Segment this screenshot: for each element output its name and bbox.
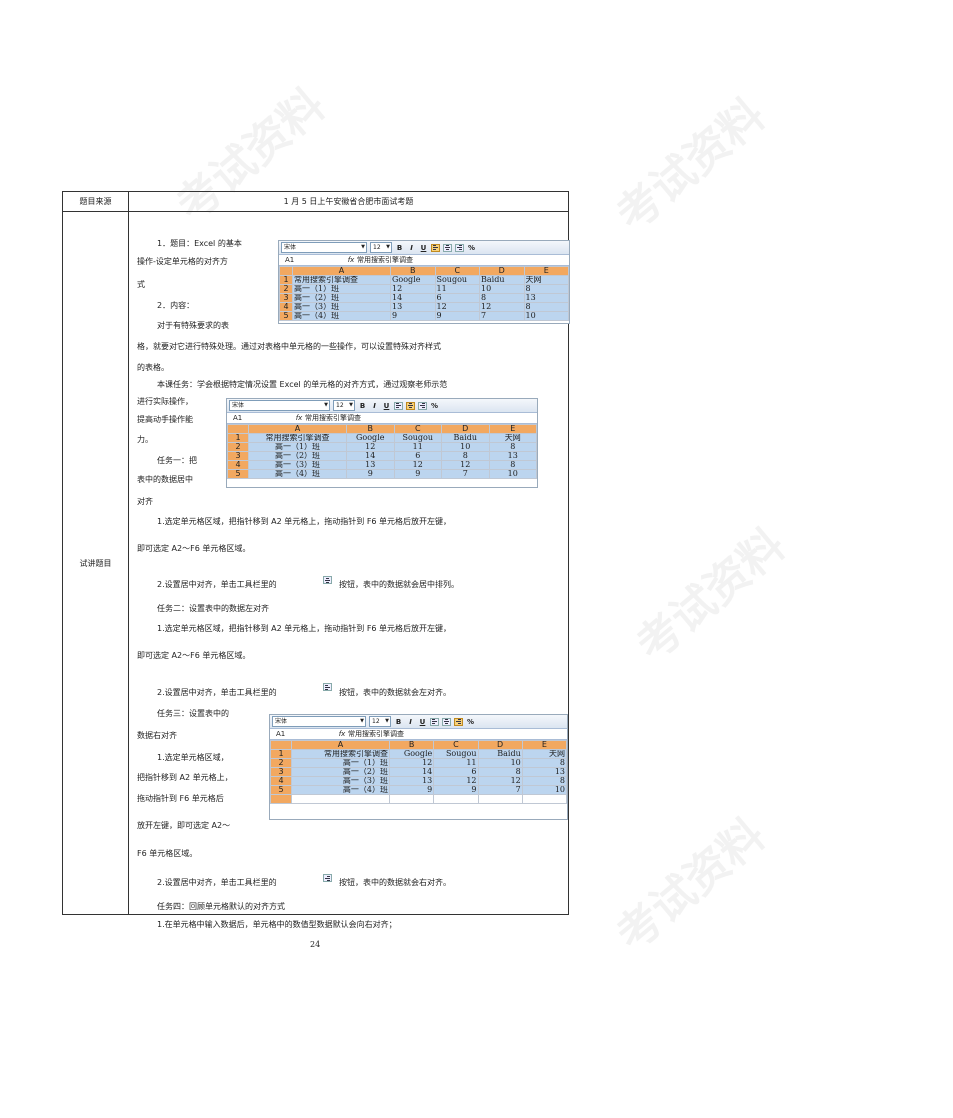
text-line: 数据右对齐 (137, 731, 177, 740)
formula-bar: A1 fx 常用搜索引擎调查 (270, 729, 567, 740)
formatting-toolbar: 宋体 ▼ 12 ▼ B I U % (279, 241, 569, 255)
text-line: 的表格。 (137, 363, 169, 372)
text-line: 1.选定单元格区域，把指针移到 A2 单元格上，拖动指针到 F6 单元格后放开左… (157, 624, 452, 633)
align-left-icon (394, 401, 403, 410)
text-line: 拖动指针到 F6 单元格后 (137, 794, 224, 803)
align-center-icon (443, 243, 452, 252)
fx-icon: fx (338, 730, 346, 738)
size-combo: 12 ▼ (333, 400, 355, 411)
question-table: 题目来源 1 月 5 日上午安徽省合肥市面试考题 试讲题目 1．题目：Excel… (62, 191, 570, 929)
align-center-icon (323, 576, 332, 584)
text-line: 2.设置居中对齐，单击工具栏里的 (157, 878, 277, 887)
align-right-icon (455, 243, 464, 252)
percent-icon: % (430, 401, 438, 410)
bold-icon: B (395, 717, 402, 726)
formula-value: 常用搜索引擎调查 (305, 414, 361, 422)
italic-icon: I (373, 401, 376, 410)
text-line: 按钮，表中的数据就会右对齐。 (339, 878, 451, 887)
bold-icon: B (359, 401, 366, 410)
underline-icon: U (420, 243, 427, 252)
text-line: 式 (137, 280, 145, 289)
fx-icon: fx (295, 414, 303, 422)
text-line: F6 单元格区域。 (137, 849, 198, 858)
text-line: 任务一：把 (157, 456, 197, 465)
size-combo: 12 ▼ (369, 716, 391, 727)
text-line: 本课任务：学会根据特定情况设置 Excel 的单元格的对齐方式，通过观察老师示范 (157, 380, 448, 389)
italic-icon: I (409, 717, 412, 726)
watermark: 考试资料 (607, 89, 775, 242)
text-line: 任务二：设置表中的数据左对齐 (157, 604, 269, 613)
percent-icon: % (466, 717, 474, 726)
text-line: 2.设置居中对齐，单击工具栏里的 (157, 580, 277, 589)
align-center-icon (442, 717, 451, 726)
text-line: 进行实际操作， (137, 397, 193, 406)
text-line: 按钮，表中的数据就会居中排列。 (339, 580, 459, 589)
text-line: 格，就要对它进行特殊处理。通过对表格中单元格的一些操作，可以设置特殊对齐样式 (137, 342, 441, 351)
excel-screenshot: 宋体 ▼ 12 ▼ B I U % A1 fx 常用搜索引擎调查 A B C D… (278, 240, 570, 324)
text-line: 即可选定 A2～F6 单元格区域。 (137, 544, 251, 553)
underline-icon: U (383, 401, 390, 410)
formula-bar: A1 fx 常用搜索引擎调查 (279, 255, 569, 266)
page-number: 24 (310, 940, 321, 949)
text-line: 2.设置居中对齐，单击工具栏里的 (157, 688, 277, 697)
align-left-icon (323, 683, 332, 691)
text-line: 把指针移到 A2 单元格上， (137, 773, 233, 782)
text-line: 任务四：回顾单元格默认的对齐方式 (157, 902, 285, 911)
source-value: 1 月 5 日上午安徽省合肥市面试考题 (128, 191, 569, 212)
text-line: 1.在单元格中输入数据后，单元格中的数值型数据默认会向右对齐； (157, 920, 397, 929)
text-line: 提高动手操作能 (137, 415, 193, 424)
bold-icon: B (396, 243, 403, 252)
text-line: 对齐 (137, 497, 153, 506)
font-combo: 宋体 ▼ (272, 716, 366, 727)
size-combo: 12 ▼ (370, 242, 392, 253)
sheet-grid: ABCDE 1 常用搜索引擎调查 Google Sougou Baidu 天网 2 高一（1… (227, 424, 537, 479)
formatting-toolbar: 宋体 ▼ 12 ▼ B I U % (270, 715, 567, 729)
align-right-icon (418, 401, 427, 410)
text-line: 任务三：设置表中的 (157, 709, 229, 718)
text-line: 放开左键，即可选定 A2～ (137, 821, 231, 830)
text-line: 表中的数据居中 (137, 475, 193, 484)
sheet-grid: ABCDE 1 常用搜索引擎调查 Google Sougou Baidu 天网 2 高一（1… (270, 740, 567, 804)
fx-icon: fx (347, 256, 355, 264)
watermark: 考试资料 (607, 809, 775, 962)
formatting-toolbar: 宋体 ▼ 12 ▼ B I U % (227, 399, 537, 413)
text-line: 操作-设定单元格的对齐方 (137, 257, 228, 266)
align-right-icon (454, 717, 463, 726)
name-box: A1 (285, 256, 295, 264)
text-line: 对于有特殊要求的表 (157, 321, 229, 330)
text-line: 按钮，表中的数据就会左对齐。 (339, 688, 451, 697)
italic-icon: I (410, 243, 413, 252)
source-label: 题目来源 (62, 191, 129, 212)
text-line: 2．内容： (157, 301, 195, 310)
underline-icon: U (419, 717, 426, 726)
text-line: 力。 (137, 435, 153, 444)
name-box: A1 (276, 730, 286, 738)
font-combo: 宋体 ▼ (281, 242, 367, 253)
align-left-icon (431, 243, 440, 252)
formula-value: 常用搜索引擎调查 (357, 256, 413, 264)
text-line: 1.选定单元格区域， (157, 753, 229, 762)
watermark: 考试资料 (627, 519, 795, 672)
name-box: A1 (233, 414, 243, 422)
left-label: 试讲题目 (62, 211, 129, 915)
text-line: 1.选定单元格区域，把指针移到 A2 单元格上，拖动指针到 F6 单元格后放开左… (157, 517, 452, 526)
content-cell: 1．题目：Excel 的基本 操作-设定单元格的对齐方 式 2．内容： 对于有特… (129, 212, 570, 929)
formula-bar: A1 fx 常用搜索引擎调查 (227, 413, 537, 424)
align-left-icon (430, 717, 439, 726)
percent-icon: % (467, 243, 475, 252)
align-right-icon (323, 874, 332, 882)
excel-screenshot: 宋体 ▼ 12 ▼ B I U % A1 fx 常用搜索引擎调查 A B C D… (269, 714, 568, 820)
sheet-grid: ABCDE 1 常用搜索引擎调查 Google Sougou Baidu 天网 2 高一（1… (279, 266, 569, 321)
formula-value: 常用搜索引擎调查 (348, 730, 404, 738)
font-combo: 宋体 ▼ (229, 400, 330, 411)
text-line: 即可选定 A2～F6 单元格区域。 (137, 651, 251, 660)
text-line: 1．题目：Excel 的基本 (157, 239, 242, 248)
align-center-icon (406, 401, 415, 410)
excel-screenshot: 宋体 ▼ 12 ▼ B I U % A1 fx 常用搜索引擎调查 A B C D… (226, 398, 538, 488)
